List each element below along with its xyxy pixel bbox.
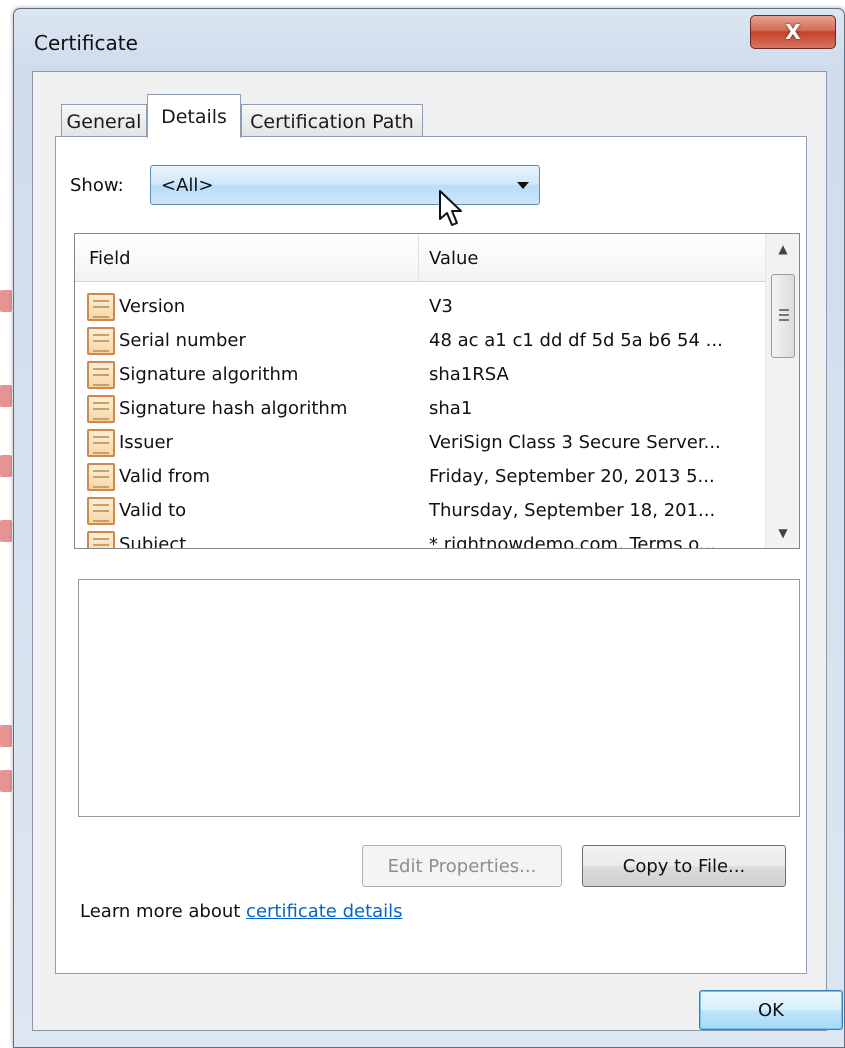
learn-more-text: Learn more about certificate details: [80, 901, 403, 922]
close-icon: X: [785, 20, 801, 44]
certificate-dialog: Certificate X General Details Certificat…: [13, 8, 845, 1048]
background-edge: [0, 0, 14, 1048]
list-item[interactable]: Subject * rightnowdemo.com, Terms o...: [75, 528, 765, 549]
field-value: 48 ac a1 c1 dd df 5d 5a b6 54 ...: [429, 330, 723, 351]
list-item[interactable]: Valid to Thursday, September 18, 201...: [75, 494, 765, 528]
vertical-scrollbar[interactable]: ▲ ▼: [765, 234, 799, 548]
list-item[interactable]: Serial number 48 ac a1 c1 dd df 5d 5a b6…: [75, 324, 765, 358]
certificate-field-icon: [87, 463, 115, 491]
field-detail-textbox[interactable]: [78, 579, 800, 817]
certificate-details-link[interactable]: certificate details: [246, 901, 403, 922]
list-item[interactable]: Valid from Friday, September 20, 2013 5.…: [75, 460, 765, 494]
field-value: V3: [429, 296, 453, 317]
certificate-field-icon: [87, 531, 115, 548]
scrollbar-thumb[interactable]: [771, 274, 795, 358]
field-name: Issuer: [119, 432, 173, 453]
copy-to-file-button[interactable]: Copy to File...: [582, 845, 786, 887]
field-name: Serial number: [119, 330, 246, 351]
column-header-value[interactable]: Value: [429, 248, 478, 269]
show-label: Show:: [70, 175, 124, 196]
field-name: Version: [119, 296, 186, 317]
certificate-field-icon: [87, 327, 115, 355]
ok-button[interactable]: OK: [699, 990, 843, 1030]
certificate-field-icon: [87, 361, 115, 389]
edit-properties-button[interactable]: Edit Properties...: [362, 845, 562, 887]
list-item[interactable]: Signature hash algorithm sha1: [75, 392, 765, 426]
certificate-field-icon: [87, 429, 115, 457]
certificate-field-icon: [87, 293, 115, 321]
certificate-field-icon: [87, 395, 115, 423]
certificate-fields-list[interactable]: Field Value Version V3 Serial number 48 …: [74, 233, 800, 549]
field-value: * rightnowdemo.com, Terms o...: [429, 534, 717, 549]
field-name: Signature algorithm: [119, 364, 299, 385]
tab-certification-path[interactable]: Certification Path: [241, 104, 423, 138]
learn-more-prefix: Learn more about: [80, 901, 247, 922]
close-button[interactable]: X: [750, 15, 836, 49]
field-name: Signature hash algorithm: [119, 398, 348, 419]
field-value: sha1RSA: [429, 364, 509, 385]
tab-details[interactable]: Details: [147, 94, 241, 138]
list-item[interactable]: Signature algorithm sha1RSA: [75, 358, 765, 392]
list-header: Field Value: [75, 234, 765, 282]
tab-general[interactable]: General: [61, 104, 147, 138]
field-value: Thursday, September 18, 201...: [429, 500, 716, 521]
scroll-down-icon[interactable]: ▼: [766, 518, 799, 548]
chevron-down-icon: [517, 182, 529, 189]
field-value: VeriSign Class 3 Secure Server...: [429, 432, 721, 453]
details-panel: Show: <All> Field Value Version V3 Seria…: [55, 136, 807, 974]
field-name: Valid from: [119, 466, 210, 487]
mouse-pointer-icon: [439, 190, 462, 226]
list-item[interactable]: Version V3: [75, 290, 765, 324]
show-selected-value: <All>: [161, 175, 214, 196]
title-bar[interactable]: Certificate X: [14, 9, 844, 71]
scroll-up-icon[interactable]: ▲: [766, 234, 799, 264]
certificate-field-icon: [87, 497, 115, 525]
field-name: Subject: [119, 534, 187, 549]
field-value: Friday, September 20, 2013 5...: [429, 466, 715, 487]
field-value: sha1: [429, 398, 473, 419]
dialog-body: General Details Certification Path Show:…: [32, 71, 843, 1031]
show-dropdown[interactable]: <All>: [150, 165, 540, 205]
dialog-title: Certificate: [34, 31, 138, 55]
list-item[interactable]: Issuer VeriSign Class 3 Secure Server...: [75, 426, 765, 460]
column-header-field[interactable]: Field: [89, 248, 131, 269]
field-name: Valid to: [119, 500, 187, 521]
